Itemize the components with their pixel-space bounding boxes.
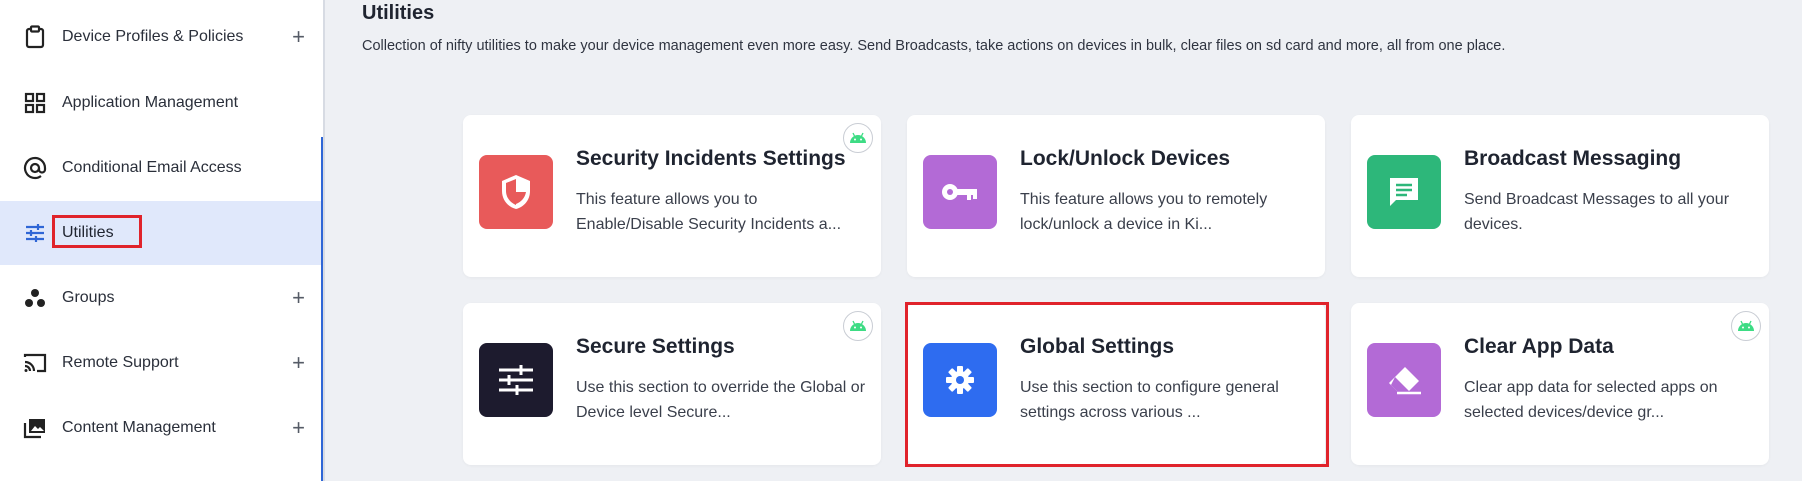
grid-icon	[22, 90, 48, 116]
sidebar-item-label: Remote Support	[62, 354, 179, 371]
sidebar-item-conditional-email[interactable]: Conditional Email Access	[0, 136, 323, 200]
sidebar-item-device-profiles[interactable]: Device Profiles & Policies +	[0, 5, 323, 69]
sidebar-item-remote-support[interactable]: Remote Support +	[0, 331, 323, 395]
sidebar: Device Profiles & Policies + Application…	[0, 0, 325, 481]
android-icon	[843, 123, 873, 153]
sidebar-item-label: Application Management	[62, 94, 239, 111]
card-lock-unlock[interactable]: Lock/Unlock Devices This feature allows …	[907, 115, 1325, 277]
sidebar-item-label: Groups	[62, 289, 115, 306]
card-description: This feature allows you to Enable/Disabl…	[576, 191, 842, 233]
sidebar-item-label: Content Management	[62, 419, 216, 436]
clipboard-icon	[22, 24, 48, 50]
android-icon	[1731, 311, 1761, 341]
expand-plus-icon[interactable]: +	[292, 350, 305, 376]
page-description: Collection of nifty utilities to make yo…	[362, 38, 1506, 54]
highlight-box	[905, 302, 1329, 467]
android-icon	[843, 311, 873, 341]
card-title: Secure Settings	[576, 335, 735, 358]
highlight-box	[52, 215, 142, 248]
expand-plus-icon[interactable]: +	[292, 285, 305, 311]
at-sign-icon	[22, 155, 48, 181]
card-title: Clear App Data	[1464, 335, 1614, 358]
eraser-icon	[1367, 343, 1441, 417]
expand-plus-icon[interactable]: +	[292, 24, 305, 50]
sidebar-item-label: Conditional Email Access	[62, 159, 242, 176]
card-clear-app-data[interactable]: Clear App Data Clear app data for select…	[1351, 303, 1769, 465]
card-security-incidents[interactable]: Security Incidents Settings This feature…	[463, 115, 881, 277]
groups-icon	[22, 285, 48, 311]
card-title: Lock/Unlock Devices	[1020, 147, 1231, 170]
card-title: Broadcast Messaging	[1464, 147, 1682, 170]
card-description: Send Broadcast Messages to all your devi…	[1464, 191, 1730, 233]
message-icon	[1367, 155, 1441, 229]
page-title: Utilities	[362, 2, 435, 24]
card-description: Use this section to override the Global …	[576, 379, 866, 421]
sidebar-item-application-management[interactable]: Application Management	[0, 71, 323, 135]
sidebar-item-utilities[interactable]: Utilities	[0, 201, 323, 265]
cast-icon	[22, 350, 48, 376]
card-secure-settings[interactable]: Secure Settings Use this section to over…	[463, 303, 881, 465]
shield-icon	[479, 155, 553, 229]
sliders-icon	[479, 343, 553, 417]
card-broadcast-messaging[interactable]: Broadcast Messaging Send Broadcast Messa…	[1351, 115, 1769, 277]
sidebar-scroll-indicator	[321, 137, 323, 481]
card-description: Clear app data for selected apps on sele…	[1464, 379, 1718, 421]
card-description: This feature allows you to remotely lock…	[1020, 191, 1268, 233]
key-icon	[923, 155, 997, 229]
sidebar-item-content-management[interactable]: Content Management +	[0, 396, 323, 460]
photo-library-icon	[22, 415, 48, 441]
sidebar-item-groups[interactable]: Groups +	[0, 266, 323, 330]
sidebar-item-label: Device Profiles & Policies	[62, 28, 244, 45]
card-title: Security Incidents Settings	[576, 147, 846, 170]
expand-plus-icon[interactable]: +	[292, 415, 305, 441]
sliders-icon	[22, 220, 48, 246]
